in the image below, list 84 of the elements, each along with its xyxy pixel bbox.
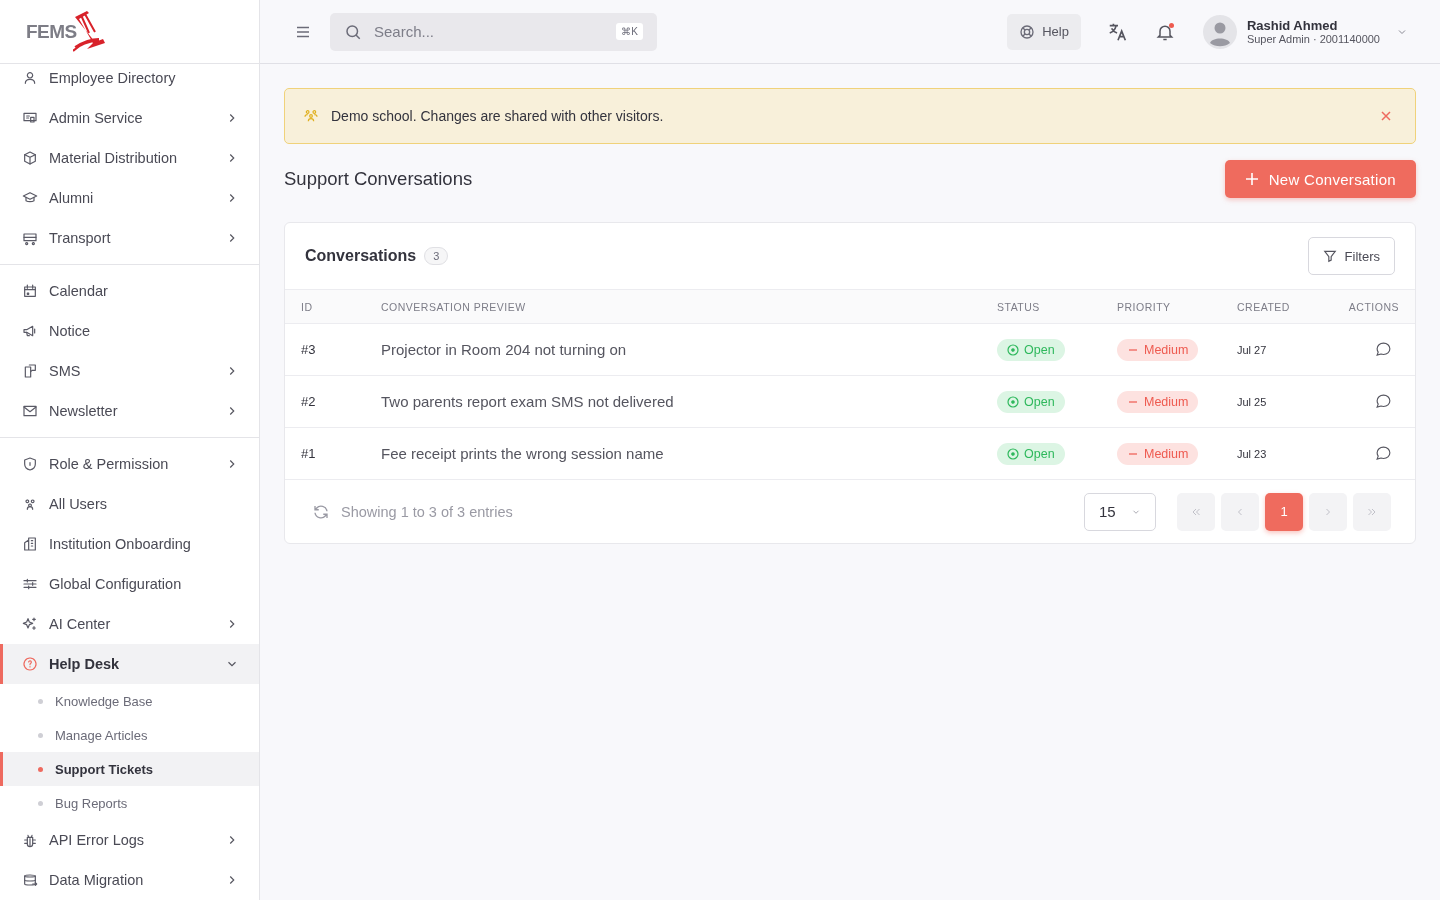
- chat-bubble-icon[interactable]: [1375, 393, 1392, 411]
- nav-icon: [22, 536, 38, 552]
- sidebar-item[interactable]: Data Migration: [0, 860, 259, 900]
- table-cell: Jul 25: [1237, 375, 1337, 428]
- table-cell: #2: [285, 375, 381, 428]
- search-bar[interactable]: Search... ⌘K: [330, 12, 657, 51]
- page-title: Support Conversations: [284, 168, 473, 190]
- nav-icon: [22, 150, 38, 166]
- page-size-select[interactable]: 15: [1084, 492, 1156, 531]
- nav-icon: [22, 496, 38, 512]
- chat-bubble-icon[interactable]: [1375, 341, 1392, 359]
- nav-icon: [22, 872, 38, 888]
- sidebar-item[interactable]: SMS: [0, 351, 259, 391]
- sidebar-item[interactable]: API Error Logs: [0, 820, 259, 860]
- nav-icon: [22, 576, 38, 592]
- nav-icon: [22, 110, 38, 126]
- submenu-item[interactable]: Bug Reports: [0, 786, 259, 820]
- column-header: ACTIONS: [1337, 289, 1415, 324]
- column-header: CREATED: [1237, 289, 1337, 324]
- nav-icon: [22, 456, 38, 472]
- nav-icon: [22, 616, 38, 632]
- lifebuoy-icon: [1019, 23, 1036, 40]
- close-icon[interactable]: [1381, 111, 1391, 121]
- sidebar-item[interactable]: Global Configuration: [0, 564, 259, 604]
- table-cell: Projector in Room 204 not turning on: [381, 323, 997, 376]
- help-button[interactable]: Help: [1007, 13, 1081, 50]
- sidebar-item[interactable]: Admin Service: [0, 98, 259, 138]
- nav-icon: [22, 832, 38, 848]
- nav-icon: [22, 283, 38, 299]
- priority-badge: Medium: [1117, 390, 1199, 413]
- sidebar-item[interactable]: Transport: [0, 218, 259, 258]
- sidebar-item[interactable]: Role & Permission: [0, 444, 259, 484]
- sidebar-item[interactable]: Alumni: [0, 178, 259, 218]
- sidebar-item[interactable]: Institution Onboarding: [0, 524, 259, 564]
- table-cell: #1: [285, 427, 381, 480]
- priority-badge: Medium: [1117, 338, 1199, 361]
- table-cell: #3: [285, 323, 381, 376]
- sidebar-item[interactable]: AI Center: [0, 604, 259, 644]
- search-field[interactable]: Search...: [372, 22, 607, 41]
- user-role: Super Admin · 2001140000: [1246, 33, 1380, 45]
- column-header: STATUS: [997, 289, 1117, 324]
- status-badge: Open: [997, 442, 1065, 465]
- sidebar-item[interactable]: Material Distribution: [0, 138, 259, 178]
- chat-bubble-icon[interactable]: [1375, 445, 1392, 463]
- nav-icon: [22, 70, 38, 86]
- sidebar-item[interactable]: Employee Directory: [0, 64, 259, 98]
- table-cell: Jul 23: [1237, 427, 1337, 480]
- refresh-icon[interactable]: [312, 502, 330, 521]
- column-header: ID: [285, 289, 381, 324]
- plus-icon: [1244, 172, 1259, 186]
- priority-badge: Medium: [1117, 442, 1199, 465]
- filters-button[interactable]: Filters: [1307, 237, 1395, 275]
- sidebar-item[interactable]: Help Desk: [0, 644, 259, 684]
- users-icon: [303, 108, 319, 124]
- sidebar-item[interactable]: Notice: [0, 311, 259, 351]
- logo-text: FEMS: [26, 20, 77, 43]
- status-badge: Open: [997, 390, 1065, 413]
- card-title: Conversations: [305, 247, 417, 265]
- submenu-item[interactable]: Knowledge Base: [0, 684, 259, 718]
- banner-text: Demo school. Changes are shared with other visitors.: [331, 108, 665, 124]
- status-badge: Open: [997, 338, 1065, 361]
- submenu-item[interactable]: Manage Articles: [0, 718, 259, 752]
- count-badge: 3: [424, 247, 449, 265]
- entries-summary: Showing 1 to 3 of 3 entries: [341, 503, 513, 520]
- table-cell: Fee receipt prints the wrong session name: [381, 427, 997, 480]
- nav-icon: [22, 323, 38, 339]
- column-header: CONVERSATION PREVIEW: [381, 289, 997, 324]
- search-icon: [344, 22, 362, 41]
- filter-icon: [1322, 249, 1337, 263]
- user-name: Rashid Ahmed: [1246, 18, 1339, 33]
- nav-icon: [22, 403, 38, 419]
- table-cell: Two parents report exam SMS not delivered: [381, 375, 997, 428]
- shortcut-key: ⌘K: [616, 23, 643, 40]
- table-cell: Jul 27: [1237, 323, 1337, 376]
- submenu-item[interactable]: Support Tickets: [0, 752, 259, 786]
- sidebar-item[interactable]: All Users: [0, 484, 259, 524]
- sidebar-item[interactable]: Newsletter: [0, 391, 259, 431]
- notification-bell-icon[interactable]: [1154, 21, 1175, 42]
- nav-icon: [22, 230, 38, 246]
- nav-icon: [22, 656, 38, 672]
- nav-icon: [22, 363, 38, 379]
- avatar-icon: [1202, 14, 1237, 49]
- column-header: PRIORITY: [1117, 289, 1237, 324]
- sidebar-item[interactable]: Calendar: [0, 271, 259, 311]
